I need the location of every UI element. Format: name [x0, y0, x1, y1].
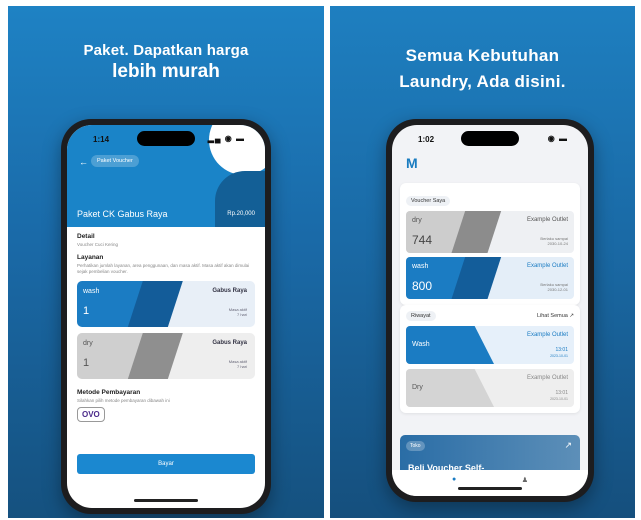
service-card-dry[interactable]: dry 1 Gabus Raya Masa aktif 7 hari — [77, 332, 255, 379]
bottom-tab-bar: ● ♟ — [392, 470, 588, 496]
history-time: 13:01 2023-10-01 — [550, 390, 568, 401]
history-tag: Riwayat — [406, 311, 436, 321]
voucher-validity: Berlaku sampai 2030-12-01 — [540, 282, 568, 292]
ovo-payment-option[interactable]: OVO — [77, 407, 105, 423]
history-item-wash[interactable]: Wash Example Outlet 13:01 2023-10-01 — [406, 326, 574, 364]
left-headline: Paket. Dapatkan harga lebih murah — [8, 6, 324, 83]
service-card-wash[interactable]: wash 1 Gabus Raya Masa aktif 7 hari — [77, 280, 255, 327]
right-phone-screen: 1:02 ◉ ▬ M Voucher Saya dry 744 Example … — [392, 125, 588, 496]
validity-label: Masa aktif — [228, 306, 247, 312]
history-card: Riwayat Lihat Semua ↗ Wash Example Outle… — [400, 305, 580, 413]
status-icons: ▂▄ ◉ ▬ — [207, 134, 245, 143]
dynamic-island — [137, 131, 195, 146]
history-item-dry[interactable]: Dry Example Outlet 13:01 2023-10-01 — [406, 369, 574, 407]
external-arrow-icon: ↗ — [564, 440, 572, 450]
service-outlet: Gabus Raya — [212, 287, 247, 294]
history-clock: 13:01 — [555, 390, 568, 396]
payment-subtext: Silahkan pilih metode pembayaran dibawah… — [77, 397, 170, 403]
home-indicator — [458, 487, 522, 490]
payment-heading: Metode Pembayaran — [77, 388, 141, 396]
see-all-link[interactable]: Lihat Semua ↗ — [537, 313, 574, 319]
validity-days: 7 hari — [236, 311, 247, 317]
service-outlet: Gabus Raya — [212, 339, 247, 346]
shop-tag: Toko — [406, 441, 425, 451]
voucher-card-wash[interactable]: wash 800 Example Outlet Berlaku sampai 2… — [406, 257, 574, 299]
service-qty: 1 — [83, 304, 90, 317]
package-title: Paket CK Gabus Raya — [77, 209, 168, 219]
package-detail-body: Detail Voucher Cuci Kering Layanan Perha… — [77, 233, 255, 423]
left-headline-line1: Paket. Dapatkan harga — [83, 42, 249, 59]
profile-tab-icon[interactable]: ♟ — [522, 476, 528, 484]
service-name: dry — [83, 339, 93, 347]
decorative-blob — [215, 171, 265, 227]
payment-section: Metode Pembayaran Silahkan pilih metode … — [77, 389, 255, 423]
left-phone-screen: ← Paket Voucher Paket CK Gabus Raya Rp.2… — [67, 125, 265, 508]
voucher-outlet: Example Outlet — [526, 263, 568, 269]
validity-label: Masa aktif — [228, 358, 247, 364]
history-outlet: Example Outlet — [526, 375, 568, 381]
voucher-qty: 800 — [412, 279, 433, 293]
promo-banner[interactable]: Toko ↗ Beli Voucher Self- — [400, 435, 580, 475]
dynamic-island — [461, 131, 519, 146]
status-icons: ◉ ▬ — [547, 134, 568, 143]
nav-title-pill: Paket Voucher — [91, 155, 139, 167]
history-name: Wash — [412, 341, 430, 348]
my-vouchers-card: Voucher Saya dry 744 Example Outlet Berl… — [400, 183, 580, 305]
service-qty: 1 — [83, 356, 90, 369]
my-vouchers-tag: Voucher Saya — [406, 196, 451, 206]
history-time: 13:01 2023-10-01 — [550, 347, 568, 358]
service-validity: Masa aktif 7 hari — [229, 307, 247, 317]
voucher-outlet: Example Outlet — [526, 217, 568, 223]
history-header: Riwayat Lihat Semua ↗ — [406, 311, 574, 321]
status-time: 1:14 — [93, 135, 110, 144]
service-validity: Masa aktif 7 hari — [229, 359, 247, 369]
home-indicator — [134, 499, 198, 502]
detail-heading: Detail — [77, 233, 95, 240]
right-headline-line1: Semua Kebutuhan — [405, 46, 560, 65]
left-phone-mockup: ← Paket Voucher Paket CK Gabus Raya Rp.2… — [61, 119, 271, 514]
services-heading: Layanan — [77, 253, 104, 261]
voucher-qty: 744 — [412, 233, 433, 247]
status-time: 1:02 — [418, 135, 435, 144]
validity-date: 2030-10-24 — [547, 241, 568, 247]
pay-button[interactable]: Bayar — [77, 454, 255, 474]
right-headline-line2: Laundry, Ada disini. — [399, 72, 566, 91]
service-name: wash — [83, 287, 100, 295]
services-subtext: Perhatikan jumlah layanan, area pengguna… — [77, 262, 250, 274]
detail-subtext: Voucher Cuci Kering — [77, 242, 119, 247]
history-clock: 13:01 — [555, 347, 568, 353]
history-date: 2023-10-01 — [550, 396, 568, 401]
home-tab-icon[interactable]: ● — [452, 476, 456, 483]
right-headline: Semua Kebutuhan Laundry, Ada disini. — [330, 6, 635, 92]
back-arrow-icon[interactable]: ← — [79, 157, 88, 167]
voucher-name: dry — [412, 217, 422, 224]
voucher-card-dry[interactable]: dry 744 Example Outlet Berlaku sampai 20… — [406, 211, 574, 253]
history-date: 2023-10-01 — [550, 353, 568, 358]
voucher-validity: Berlaku sampai 2030-10-24 — [540, 236, 568, 246]
right-promo-panel: Semua Kebutuhan Laundry, Ada disini. 1:0… — [330, 6, 635, 518]
validity-days: 7 hari — [236, 363, 247, 369]
package-price: Rp.20,000 — [227, 211, 255, 217]
history-name: Dry — [412, 384, 423, 391]
voucher-name: wash — [412, 263, 429, 270]
history-outlet: Example Outlet — [526, 332, 568, 338]
left-promo-panel: Paket. Dapatkan harga lebih murah ← Pake… — [8, 6, 324, 518]
right-phone-mockup: 1:02 ◉ ▬ M Voucher Saya dry 744 Example … — [386, 119, 594, 502]
app-logo-icon: M — [406, 155, 418, 171]
validity-date: 2030-12-01 — [547, 287, 568, 293]
left-headline-line2: lebih murah — [112, 61, 220, 82]
